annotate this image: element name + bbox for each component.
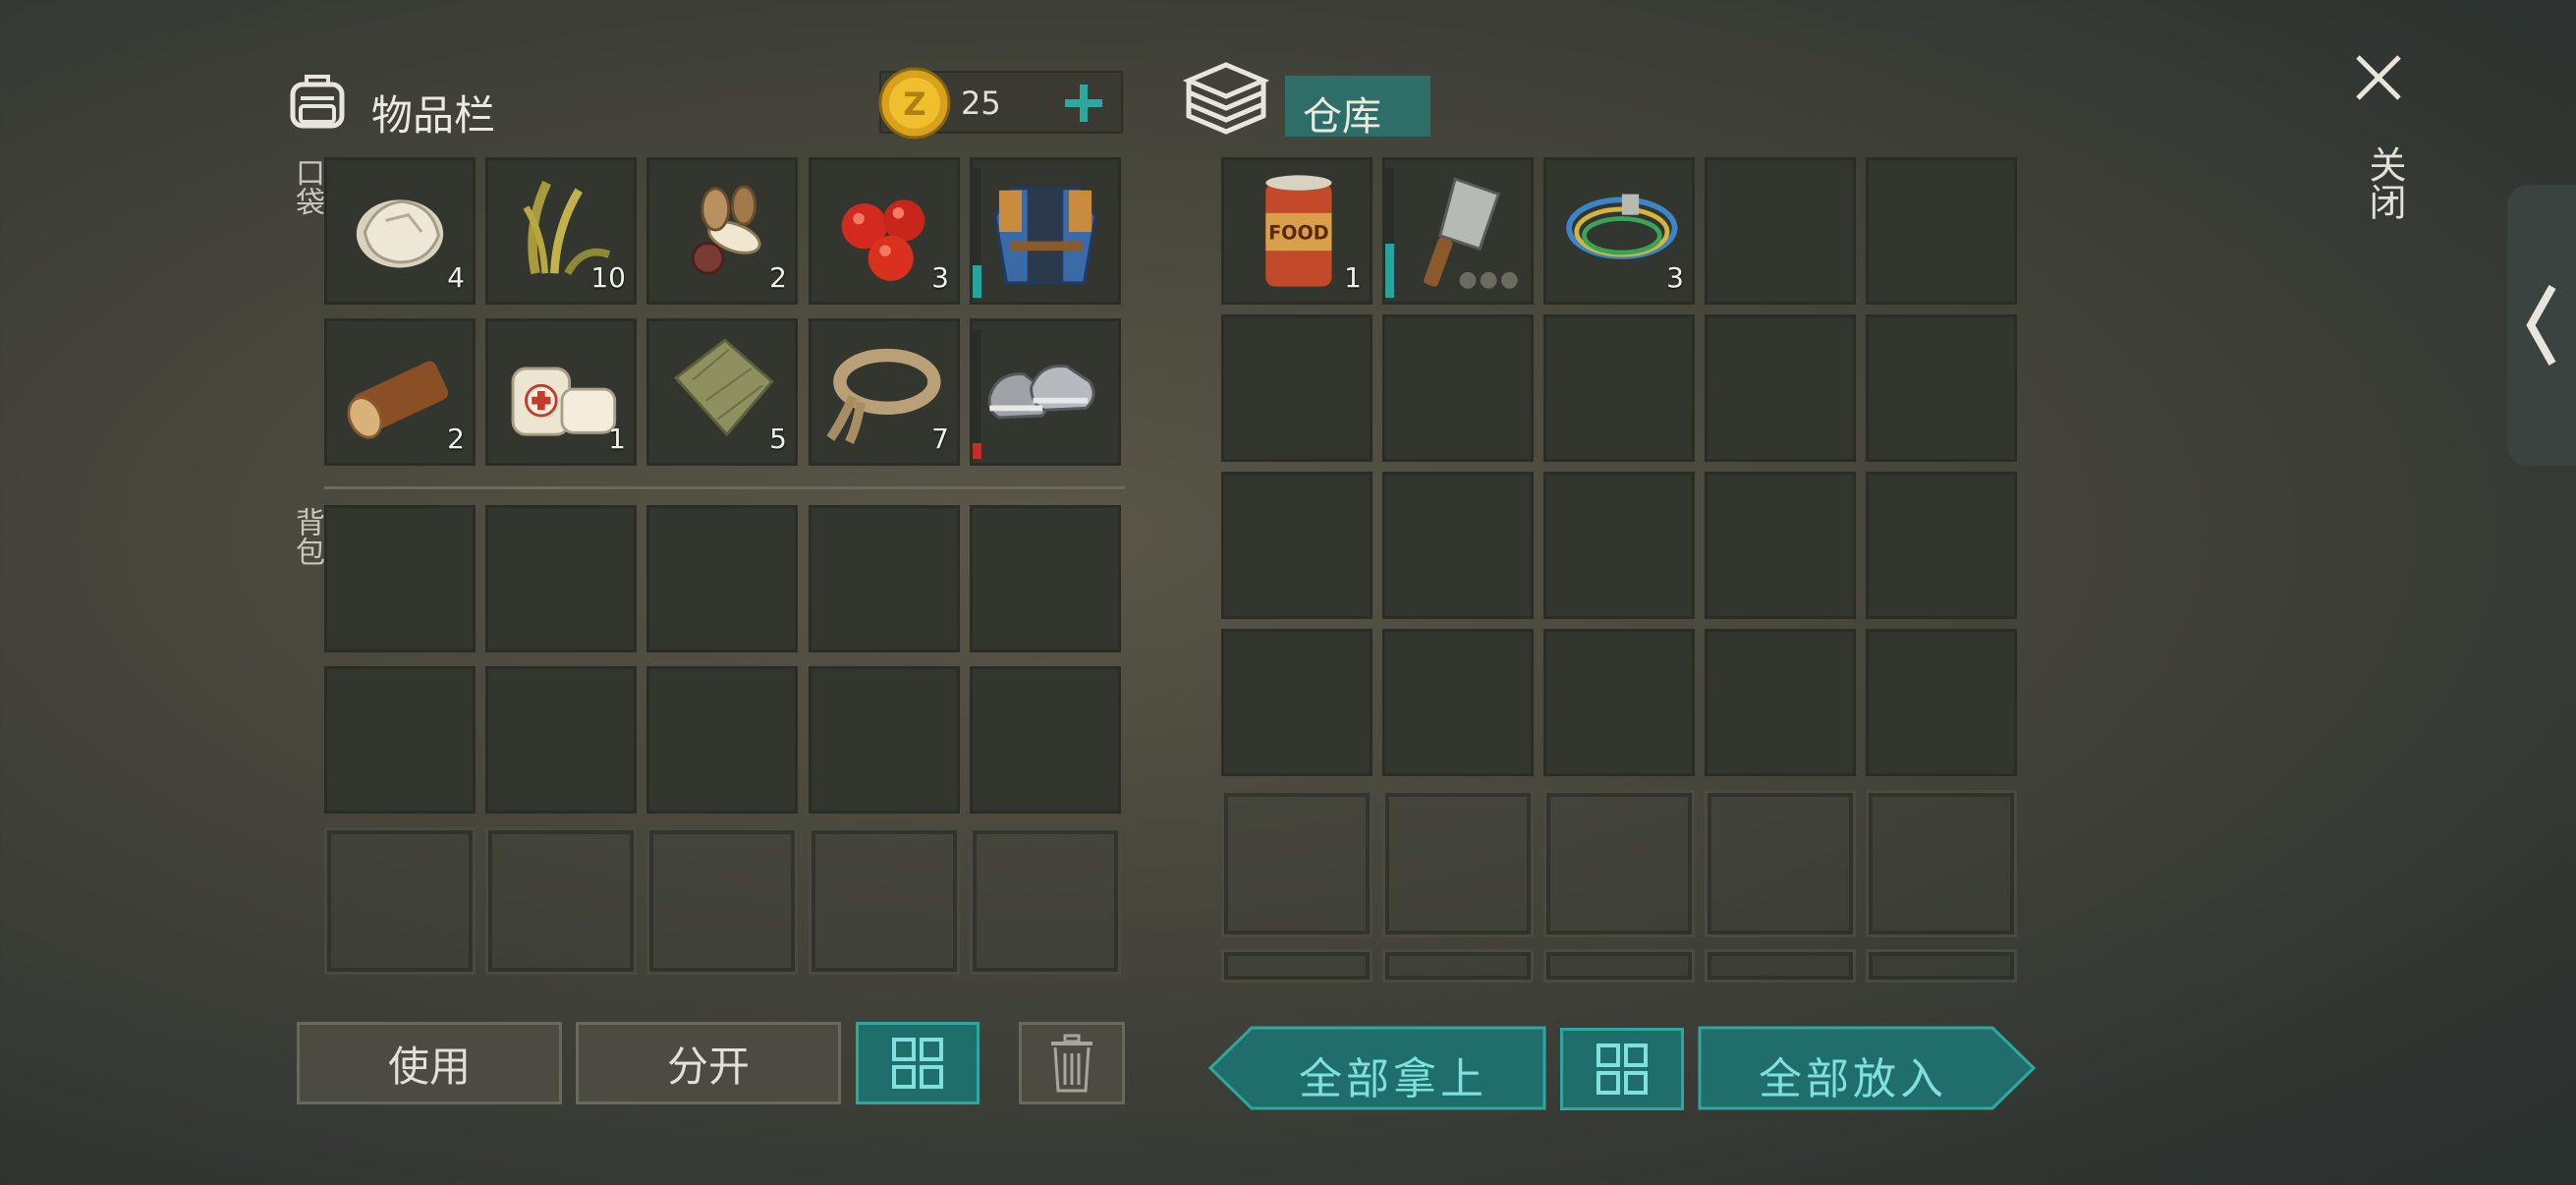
item-quantity: 1 (1344, 261, 1362, 294)
storage-slot[interactable] (1382, 472, 1534, 619)
coin-icon: Z (878, 67, 951, 140)
storage-slot[interactable] (1705, 472, 1856, 619)
grid-sort-icon (892, 1038, 943, 1089)
storage-slot[interactable] (1221, 949, 1372, 983)
storage-slot[interactable] (1705, 790, 1856, 937)
storage-slot[interactable] (1221, 314, 1372, 462)
sort-storage-button[interactable] (1560, 1028, 1684, 1110)
pocket-slot[interactable]: 2 (324, 318, 476, 466)
storage-slot[interactable] (1382, 790, 1534, 937)
backpack-slot[interactable] (646, 505, 798, 652)
backpack-slot[interactable] (324, 505, 476, 652)
pocket-slot[interactable] (970, 318, 1121, 466)
item-quantity: 3 (1666, 261, 1684, 294)
pocket-slot[interactable]: 2 (646, 157, 798, 305)
svg-text:FOOD: FOOD (1268, 222, 1329, 245)
item-quantity: 2 (769, 261, 787, 294)
storage-slot[interactable] (1866, 314, 2017, 462)
storage-slot[interactable] (1866, 157, 2017, 305)
storage-icon (1183, 62, 1269, 135)
backpack-slot[interactable] (485, 827, 637, 975)
backpack-slot[interactable] (809, 827, 960, 975)
storage-slot[interactable] (1221, 472, 1372, 619)
put-all-label: 全部放入 (1759, 1054, 1947, 1104)
vest-icon (973, 160, 1118, 302)
trash-icon (1051, 1034, 1092, 1093)
storage-slot[interactable] (1705, 629, 1856, 776)
storage-slot[interactable] (1221, 790, 1372, 937)
pocket-slot[interactable]: 3 (809, 157, 960, 305)
pocket-slot[interactable]: 10 (485, 157, 637, 305)
item-quantity: 4 (447, 261, 465, 294)
take-all-label: 全部拿上 (1299, 1054, 1487, 1104)
backpack-slot[interactable] (485, 666, 637, 814)
inventory-title: 物品栏 (371, 91, 496, 140)
item-quantity: 3 (931, 261, 949, 294)
sort-inventory-button[interactable] (856, 1022, 980, 1104)
storage-title: 仓库 (1303, 94, 1381, 140)
grid-sort-icon (1596, 1044, 1648, 1095)
add-coins-button[interactable] (1061, 81, 1106, 126)
storage-slot[interactable] (1866, 949, 2017, 983)
storage-slot[interactable] (1543, 472, 1695, 619)
storage-slot[interactable] (1866, 629, 2017, 776)
item-quantity: 7 (931, 423, 949, 455)
storage-slot[interactable] (1866, 790, 2017, 937)
item-quantity: 2 (447, 423, 465, 455)
storage-slot[interactable] (1221, 629, 1372, 776)
storage-slot[interactable] (1382, 314, 1534, 462)
storage-slot[interactable] (1382, 629, 1534, 776)
storage-slot[interactable] (1866, 472, 2017, 619)
sneakers-icon (973, 321, 1118, 463)
more-dots-icon: ●●● (1458, 267, 1521, 292)
backpack-slot[interactable] (970, 827, 1121, 975)
storage-slot[interactable] (1543, 314, 1695, 462)
storage-slot[interactable] (1543, 790, 1695, 937)
pockets-label: 口袋 (290, 157, 324, 216)
item-quantity: 10 (590, 261, 626, 294)
pocket-slot[interactable]: 4 (324, 157, 476, 305)
backpack-icon (290, 75, 345, 129)
storage-slot[interactable]: 3 (1543, 157, 1695, 305)
pocket-slot[interactable]: 7 (809, 318, 960, 466)
coin-count: 25 (961, 85, 1001, 122)
use-button[interactable]: 使用 (297, 1022, 562, 1104)
close-label[interactable]: 关闭 (2358, 145, 2412, 220)
storage-slot[interactable]: FOOD 1 (1221, 157, 1372, 305)
storage-slot[interactable] (1543, 949, 1695, 983)
trash-button[interactable] (1019, 1022, 1125, 1104)
storage-slot[interactable] (1382, 949, 1534, 983)
storage-slot[interactable] (1543, 629, 1695, 776)
pocket-slot[interactable] (970, 157, 1121, 305)
pocket-slot[interactable]: 1 (485, 318, 637, 466)
backpack-slot[interactable] (646, 827, 798, 975)
item-quantity: 1 (608, 423, 626, 455)
item-quantity: 5 (769, 423, 787, 455)
svg-text:Z: Z (903, 85, 925, 123)
backpack-slot[interactable] (809, 505, 960, 652)
backpack-label: 背包 (290, 507, 324, 566)
backpack-slot[interactable] (970, 666, 1121, 814)
backpack-slot[interactable] (970, 505, 1121, 652)
pockets-divider (324, 486, 1125, 489)
split-button[interactable]: 分开 (576, 1022, 841, 1104)
storage-slot[interactable] (1705, 157, 1856, 305)
backpack-slot[interactable] (646, 666, 798, 814)
storage-slot[interactable]: ●●● (1382, 157, 1534, 305)
backpack-slot[interactable] (809, 666, 960, 814)
backpack-slot[interactable] (324, 666, 476, 814)
pocket-slot[interactable]: 5 (646, 318, 798, 466)
backpack-slot[interactable] (324, 827, 476, 975)
backpack-slot[interactable] (485, 505, 637, 652)
storage-slot[interactable] (1705, 314, 1856, 462)
close-icon[interactable] (2352, 51, 2405, 104)
storage-slot[interactable] (1705, 949, 1856, 983)
chevron-left-icon (2526, 285, 2556, 366)
